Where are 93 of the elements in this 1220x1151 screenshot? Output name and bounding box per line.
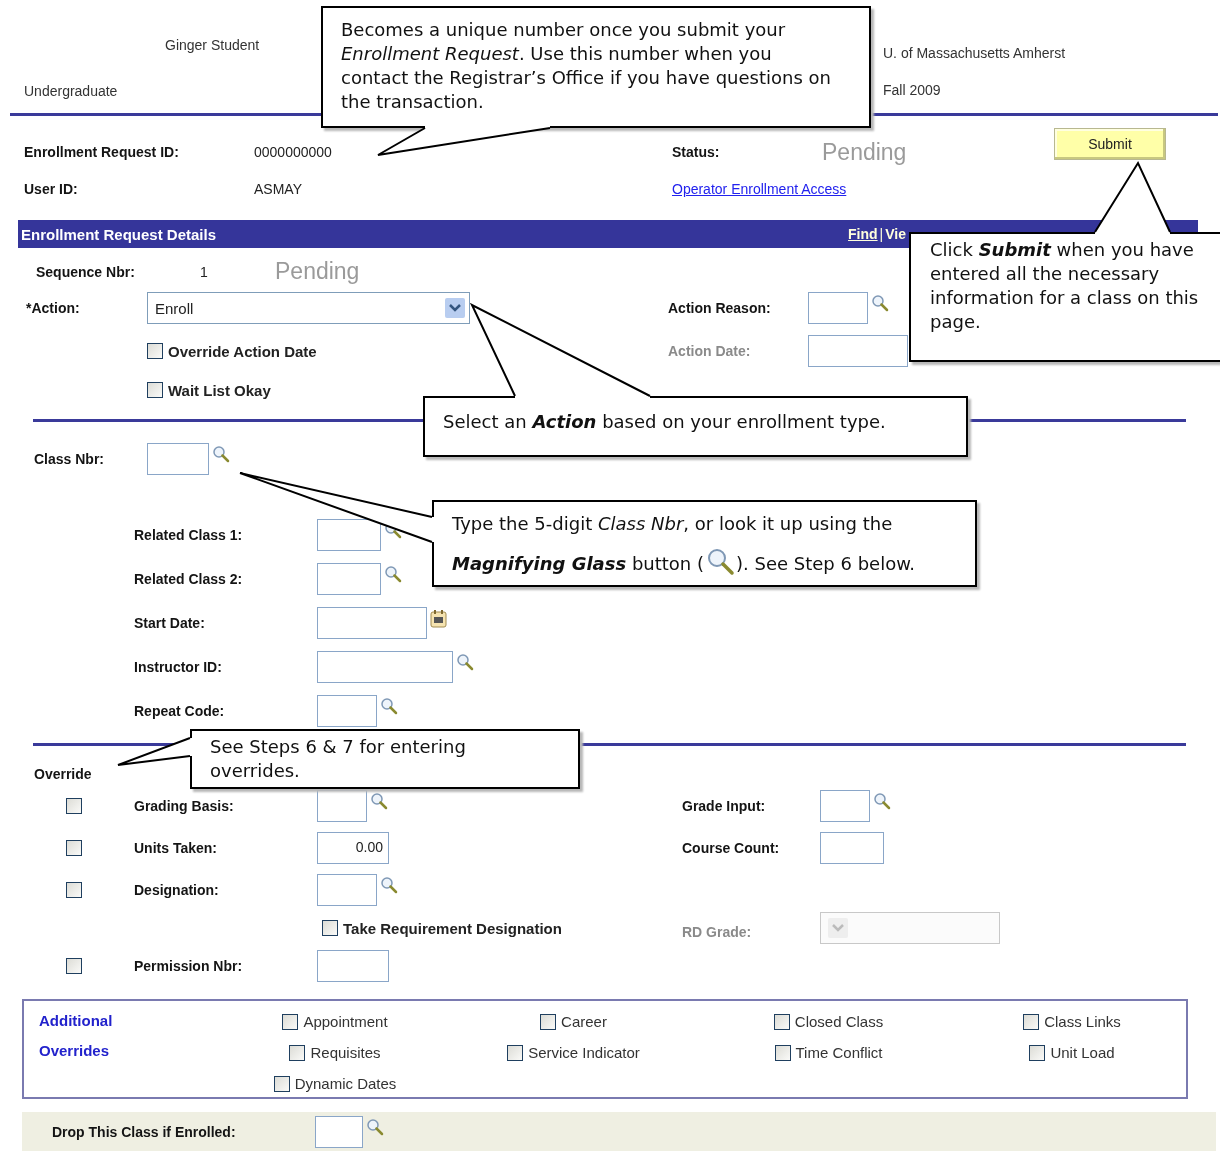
checkbox[interactable] [273,1075,290,1092]
field-label: Enrollment Request ID: [24,144,179,160]
user-id: ASMAY [254,181,302,197]
request-id: 0000000000 [254,144,332,160]
input-field[interactable] [317,950,389,982]
checkbox-label: Dynamic Dates [294,1075,397,1092]
section-title: Enrollment Request Details [21,225,217,243]
input-field[interactable] [317,651,453,683]
checkbox[interactable] [322,920,338,936]
checkbox-label: Wait List Okay [168,381,271,399]
input-field[interactable] [808,292,868,324]
input-field[interactable] [820,790,870,822]
checkbox[interactable] [540,1013,557,1030]
checkbox[interactable] [66,958,82,974]
checkbox[interactable] [289,1044,306,1061]
input-field[interactable] [315,1116,363,1148]
input-field[interactable] [317,607,427,639]
field-label: Designation: [134,882,219,898]
field-label: Instructor ID: [134,659,222,675]
field-label: Action Date: [668,343,751,359]
checkbox-label: Unit Load [1050,1044,1115,1061]
operator-access-link[interactable]: Operator Enrollment Access [672,181,847,197]
term-text: Fall 2009 [883,82,941,98]
field-label: Repeat Code: [134,703,225,719]
search-icon [705,546,735,576]
checkbox[interactable] [147,382,163,398]
sequence-status: Pending [275,258,360,285]
checkbox-label: Requisites [310,1044,381,1061]
checkbox[interactable] [774,1044,791,1061]
calendar-icon[interactable] [430,609,448,629]
input-field[interactable]: 0.00 [317,832,389,864]
input-field[interactable] [317,790,367,822]
checkbox-label: Career [561,1013,607,1030]
section-label: Additional Overrides [39,1011,114,1061]
callout-text: ). See Step 6 below. [736,552,915,576]
field-label: Course Count: [682,840,780,856]
input-field[interactable] [147,443,209,475]
checkbox-label: Take Requirement Designation [343,919,562,937]
field-label: Related Class 2: [134,571,243,587]
view-link[interactable]: Vie [885,226,906,242]
field-label: User ID: [24,181,78,197]
field-label: Grade Input: [682,798,766,814]
callout-text: Becomes a unique number once you submit your Enrollment Request. Use this number when you contact the Registrar’s Office if you have questions on the transaction. [341,18,832,114]
input-field[interactable] [317,874,377,906]
field-label: Drop This Class if Enrolled: [52,1124,236,1140]
checkbox-label: Time Conflict [795,1044,883,1061]
sequence-number: 1 [200,263,208,280]
checkbox[interactable] [66,798,82,814]
status-value: Pending [822,138,907,166]
field-label: *Action: [26,300,80,316]
action-dropdown[interactable]: Enroll [147,292,470,324]
student-name: Ginger Student [165,37,260,53]
submit-button[interactable]: Submit [1054,128,1166,160]
checkbox[interactable] [282,1013,299,1030]
input-field[interactable] [820,832,884,864]
institution-text: U. of Massachusetts Amherst [883,45,1066,61]
callout-text: See Steps 6 & 7 for entering overrides. [210,735,467,783]
field-label: Related Class 1: [134,527,243,543]
input-field[interactable] [317,519,381,551]
callout-text: Magnifying Glass button ( [452,552,704,576]
link-separator: | [879,226,884,242]
callout-text: Click Submit when you have entered all the necessary information for a class on this page. [930,238,1200,334]
input-field[interactable] [317,563,381,595]
field-label: Class Nbr: [34,451,105,467]
section-label: Override [34,766,92,782]
checkbox[interactable] [66,840,82,856]
find-link[interactable]: Find [848,226,878,242]
field-label: Start Date: [134,615,205,631]
checkbox-label: Closed Class [794,1013,884,1030]
input-field[interactable] [317,695,377,727]
checkbox-label: Appointment [303,1013,388,1030]
field-label: Action Reason: [668,300,771,316]
checkbox-label: Class Links [1044,1013,1121,1030]
checkbox-label: Service Indicator [528,1044,640,1061]
checkbox[interactable] [1023,1013,1040,1030]
checkbox[interactable] [507,1044,524,1061]
checkbox[interactable] [1029,1044,1046,1061]
callout-text: Select an Action based on your enrollment type. [443,410,887,434]
callout-text: Type the 5-digit Class Nbr, or look it up using the [452,512,894,536]
field-label: Permission Nbr: [134,958,243,974]
input-field[interactable] [808,335,908,367]
checkbox-label: Override Action Date [168,342,317,360]
field-label: RD Grade: [682,924,752,940]
field-label: Grading Basis: [134,798,234,814]
checkbox[interactable] [66,882,82,898]
caret-icon [445,298,465,318]
checkbox[interactable] [147,343,163,359]
field-label: Status: [672,144,720,160]
career-text: Undergraduate [24,83,118,99]
caret-icon [828,918,848,938]
field-label: Sequence Nbr: [36,263,135,280]
field-label: Units Taken: [134,840,217,856]
checkbox[interactable] [773,1013,790,1030]
